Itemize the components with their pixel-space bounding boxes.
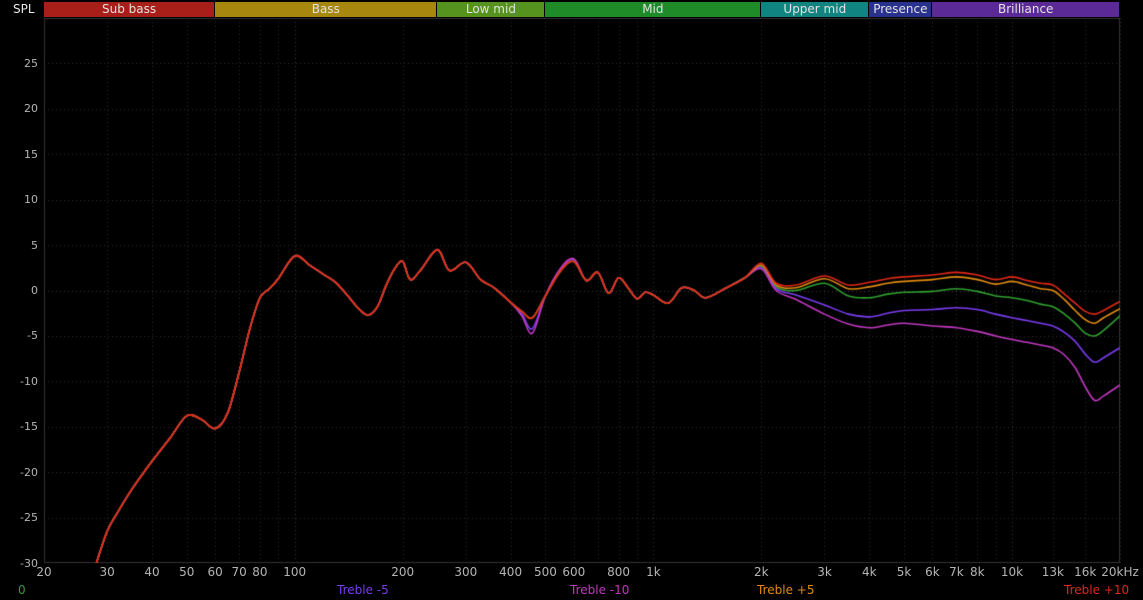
- band-presence: Presence: [869, 2, 932, 17]
- y-tick-label: 10: [24, 193, 38, 207]
- legend-item-treble-10[interactable]: Treble -10: [570, 583, 629, 597]
- x-tick-label: 20kHz: [1101, 565, 1139, 579]
- band-mid: Mid: [545, 2, 761, 17]
- band-upper-mid: Upper mid: [761, 2, 869, 17]
- plot-area[interactable]: [0, 0, 1143, 600]
- band-brilliance: Brilliance: [932, 2, 1119, 17]
- band-sub-bass: Sub bass: [44, 2, 215, 17]
- legend-item-treble-10[interactable]: Treble +10: [1064, 583, 1129, 597]
- y-tick-label: 15: [24, 147, 38, 161]
- legend-item-treble-5[interactable]: Treble -5: [337, 583, 389, 597]
- y-axis-title: SPL: [13, 2, 35, 16]
- x-tick-label: 2k: [754, 565, 769, 579]
- y-tick-label: 0: [31, 284, 38, 297]
- y-tick-label: -20: [20, 465, 38, 479]
- band-bass: Bass: [215, 2, 437, 17]
- y-tick-label: 5: [31, 238, 38, 252]
- x-tick-label: 20: [36, 565, 52, 579]
- frequency-response-chart: SPL Sub bass Bass Low mid Mid Upper mid Prese…: [0, 0, 1143, 600]
- y-tick-label: 25: [24, 56, 38, 70]
- legend-item-0[interactable]: 0: [18, 583, 26, 597]
- x-tick-label: 1k: [646, 565, 661, 579]
- y-tick-label: -5: [27, 329, 38, 343]
- y-tick-label: -25: [20, 511, 38, 525]
- x-tick-label: 100: [283, 565, 307, 579]
- y-tick-label: 20: [24, 102, 38, 116]
- x-tick-label: 200: [391, 565, 415, 579]
- band-low-mid: Low mid: [437, 2, 545, 17]
- y-tick-label: -10: [20, 374, 38, 388]
- legend-item-treble-5[interactable]: Treble +5: [757, 583, 814, 597]
- y-tick-label: -15: [20, 420, 38, 434]
